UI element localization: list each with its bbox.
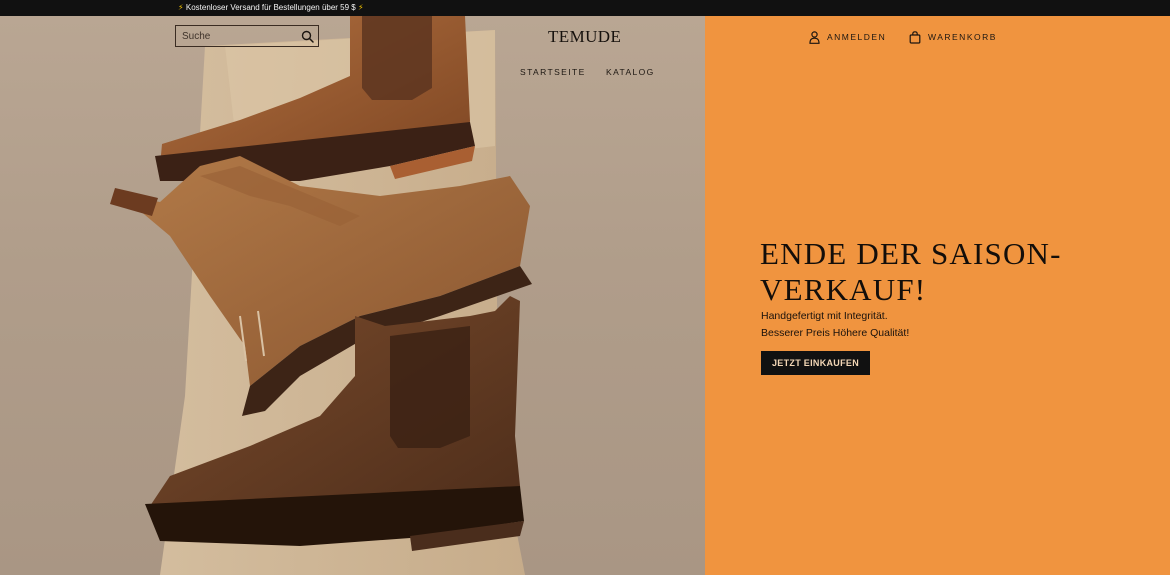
store-logo[interactable]: TEMUDE bbox=[548, 27, 621, 47]
hero-subtitle-line-1: Handgefertigt mit Integrität. bbox=[761, 310, 888, 322]
lightning-bolt-icon: ⚡ bbox=[178, 3, 184, 12]
hero-image bbox=[0, 16, 705, 575]
shopping-bag-icon bbox=[909, 30, 921, 44]
hero-title: ENDE DER SAISON-VERKAUF! bbox=[760, 236, 1062, 307]
login-label: ANMELDEN bbox=[827, 32, 887, 42]
nav-home[interactable]: STARTSEITE bbox=[520, 67, 586, 77]
hero-subtitle-line-2: Besserer Preis Höhere Qualität! bbox=[761, 327, 910, 339]
nav-catalog[interactable]: KATALOG bbox=[606, 67, 655, 77]
announcement-bar: ⚡ Kostenloser Versand für Bestellungen ü… bbox=[0, 0, 1170, 16]
lightning-bolt-icon: ⚡ bbox=[357, 3, 364, 12]
login-link[interactable]: ANMELDEN bbox=[809, 29, 886, 45]
announcement-text: Kostenloser Versand für Bestellungen übe… bbox=[185, 3, 356, 12]
search-input[interactable] bbox=[182, 28, 292, 44]
shop-now-button[interactable]: JETZT EINKAUFEN bbox=[761, 351, 870, 375]
user-icon bbox=[809, 30, 820, 44]
search-icon[interactable] bbox=[301, 30, 314, 43]
announcement-message: ⚡ Kostenloser Versand für Bestellungen ü… bbox=[178, 0, 364, 16]
boots-illustration bbox=[110, 16, 532, 575]
cart-label: WARENKORB bbox=[928, 32, 997, 42]
cart-link[interactable]: WARENKORB bbox=[909, 29, 997, 45]
search-box[interactable] bbox=[175, 25, 319, 47]
